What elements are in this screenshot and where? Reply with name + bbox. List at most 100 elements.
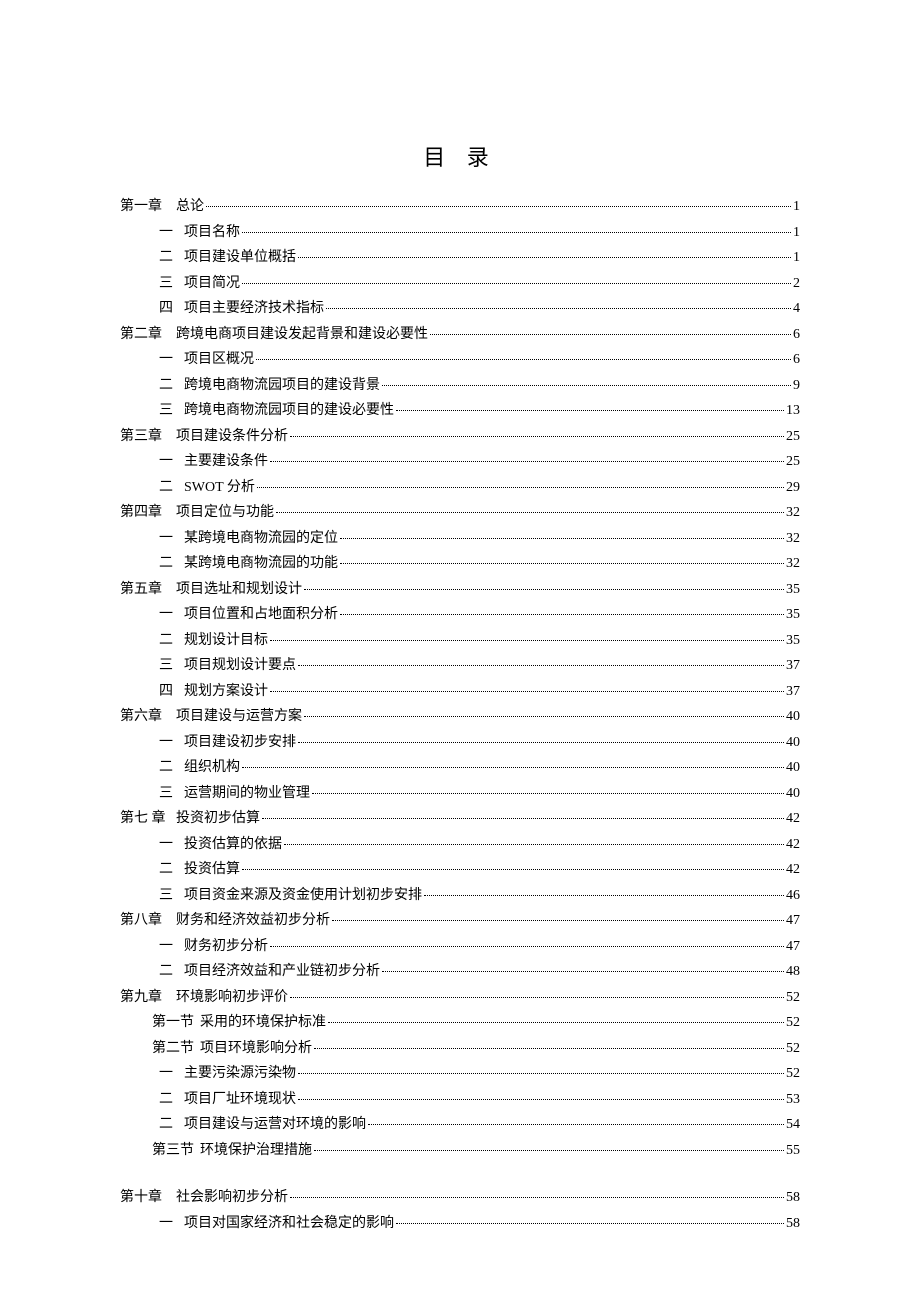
toc-entry: 二某跨境电商物流园的功能32 xyxy=(120,557,800,583)
toc-entry-page: 53 xyxy=(786,1093,800,1107)
toc-entry-page: 35 xyxy=(786,608,800,622)
toc-entry-text: 主要建设条件 xyxy=(180,455,268,469)
toc-leader-dots xyxy=(332,920,784,921)
toc-entry-label: 第五章 xyxy=(120,583,176,597)
toc-entry-text: 社会影响初步分析 xyxy=(176,1191,288,1205)
toc-entry-label: 二 xyxy=(152,251,180,265)
toc-entry-text: 运营期间的物业管理 xyxy=(180,787,310,801)
toc-entry-label: 第二节 xyxy=(152,1042,196,1056)
toc-entry-label: 二 xyxy=(152,761,180,775)
toc-leader-dots xyxy=(270,691,784,692)
toc-entry: 一主要污染源污染物52 xyxy=(120,1067,800,1093)
toc-entry: 一财务初步分析47 xyxy=(120,940,800,966)
toc-leader-dots xyxy=(382,385,791,386)
toc-leader-dots xyxy=(430,334,791,335)
toc-leader-dots xyxy=(314,1048,784,1049)
toc-entry-page: 29 xyxy=(786,481,800,495)
toc-leader-dots xyxy=(284,844,784,845)
toc-entry-text: 跨境电商项目建设发起背景和建设必要性 xyxy=(176,328,428,342)
toc-entry-page: 42 xyxy=(786,863,800,877)
toc-entry-page: 42 xyxy=(786,812,800,826)
toc-entry-text: 环境保护治理措施 xyxy=(196,1144,312,1158)
toc-entry: 一投资估算的依据42 xyxy=(120,838,800,864)
toc-entry-text: 项目建设单位概括 xyxy=(180,251,296,265)
toc-entry: 第四章项目定位与功能32 xyxy=(120,506,800,532)
toc-entry: 三项目简况2 xyxy=(120,277,800,303)
toc-entry-label: 二 xyxy=(152,379,180,393)
toc-entry: 二投资估算42 xyxy=(120,863,800,889)
toc-entry-text: 跨境电商物流园项目的建设背景 xyxy=(180,379,380,393)
toc-entry-page: 55 xyxy=(786,1144,800,1158)
toc-leader-dots xyxy=(298,257,791,258)
toc-entry-text: 财务和经济效益初步分析 xyxy=(176,914,330,928)
toc-entry-label: 三 xyxy=(152,277,180,291)
toc-entry-page: 35 xyxy=(786,634,800,648)
toc-entry-label: 二 xyxy=(152,1093,180,1107)
toc-entry-label: 二 xyxy=(152,965,180,979)
toc-entry-text: 项目简况 xyxy=(180,277,240,291)
toc-entry: 四规划方案设计37 xyxy=(120,685,800,711)
toc-entry-text: SWOT 分析 xyxy=(180,481,255,495)
toc-leader-dots xyxy=(270,946,784,947)
toc-entry-label: 第四章 xyxy=(120,506,176,520)
toc-entry-page: 54 xyxy=(786,1118,800,1132)
toc-leader-dots xyxy=(340,614,784,615)
toc-leader-dots xyxy=(382,971,784,972)
toc-entry-label: 第八章 xyxy=(120,914,176,928)
toc-entry: 第二章跨境电商项目建设发起背景和建设必要性6 xyxy=(120,328,800,354)
table-of-contents: 第一章总论1一项目名称1二项目建设单位概括1三项目简况2四项目主要经济技术指标4… xyxy=(120,200,800,1242)
toc-entry-label: 一 xyxy=(152,1067,180,1081)
toc-entry-text: 组织机构 xyxy=(180,761,240,775)
toc-entry: 二项目厂址环境现状53 xyxy=(120,1093,800,1119)
toc-entry: 三项目资金来源及资金使用计划初步安排46 xyxy=(120,889,800,915)
toc-leader-dots xyxy=(396,410,784,411)
toc-entry-label: 四 xyxy=(152,685,180,699)
toc-entry-text: 环境影响初步评价 xyxy=(176,991,288,1005)
toc-entry-page: 6 xyxy=(793,328,800,342)
toc-entry: 一项目区概况6 xyxy=(120,353,800,379)
toc-entry: 二组织机构40 xyxy=(120,761,800,787)
toc-entry: 第二节项目环境影响分析52 xyxy=(120,1042,800,1068)
toc-entry-text: 主要污染源污染物 xyxy=(180,1067,296,1081)
toc-entry-page: 40 xyxy=(786,736,800,750)
toc-entry-page: 6 xyxy=(793,353,800,367)
toc-entry: 第九章环境影响初步评价52 xyxy=(120,991,800,1017)
toc-leader-dots xyxy=(328,1022,784,1023)
toc-entry: 二项目建设与运营对环境的影响54 xyxy=(120,1118,800,1144)
toc-leader-dots xyxy=(276,512,784,513)
toc-entry-page: 9 xyxy=(793,379,800,393)
toc-entry-text: 项目对国家经济和社会稳定的影响 xyxy=(180,1217,394,1231)
toc-leader-dots xyxy=(242,869,784,870)
toc-entry: 第十章社会影响初步分析58 xyxy=(120,1191,800,1217)
toc-entry-text: 项目建设条件分析 xyxy=(176,430,288,444)
toc-leader-dots xyxy=(270,640,784,641)
toc-entry-label-suffix: 总论 xyxy=(176,200,204,214)
toc-entry-label: 第六章 xyxy=(120,710,176,724)
toc-entry-label: 一 xyxy=(152,838,180,852)
toc-entry: 第七 章投资初步估算42 xyxy=(120,812,800,838)
toc-leader-dots xyxy=(314,1150,784,1151)
toc-entry-label: 三 xyxy=(152,404,180,418)
toc-entry-text: 投资估算 xyxy=(180,863,240,877)
toc-entry-page: 46 xyxy=(786,889,800,903)
toc-entry-text: 项目主要经济技术指标 xyxy=(180,302,324,316)
toc-entry-text: 规划设计目标 xyxy=(180,634,268,648)
toc-entry-text: 项目区概况 xyxy=(180,353,254,367)
toc-entry-label: 一 xyxy=(152,532,180,546)
toc-leader-dots xyxy=(312,793,784,794)
toc-title: 目 录 xyxy=(120,140,800,172)
toc-leader-dots xyxy=(304,716,784,717)
toc-entry: 一某跨境电商物流园的定位32 xyxy=(120,532,800,558)
toc-entry-page: 52 xyxy=(786,1042,800,1056)
toc-leader-dots xyxy=(326,308,791,309)
toc-entry-label: 四 xyxy=(152,302,180,316)
toc-entry: 二项目建设单位概括1 xyxy=(120,251,800,277)
toc-entry-text: 项目建设与运营对环境的影响 xyxy=(180,1118,366,1132)
toc-entry: 一项目建设初步安排40 xyxy=(120,736,800,762)
toc-entry-label: 一 xyxy=(152,608,180,622)
toc-entry-label: 第三节 xyxy=(152,1144,196,1158)
toc-entry-page: 35 xyxy=(786,583,800,597)
toc-entry-page: 1 xyxy=(793,200,800,214)
toc-entry-text: 项目选址和规划设计 xyxy=(176,583,302,597)
toc-entry-label: 第九章 xyxy=(120,991,176,1005)
